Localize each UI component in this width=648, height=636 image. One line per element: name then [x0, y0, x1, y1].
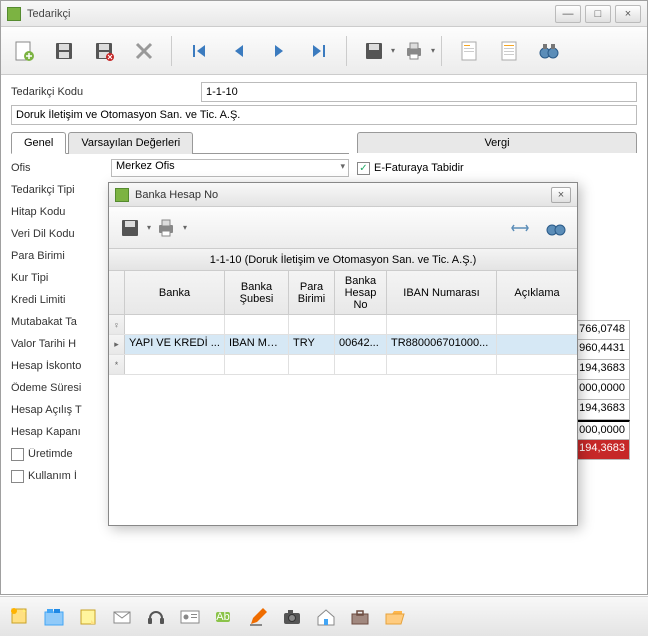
current-row-icon: ▸ [109, 335, 125, 354]
toolbar-divider [441, 36, 442, 66]
folder-tabs-icon[interactable] [42, 605, 66, 629]
bottom-toolbar: Ab [0, 596, 648, 636]
cell-para: TRY [289, 335, 335, 354]
odeme-label: Ödeme Süresi [11, 382, 111, 394]
main-toolbar: ▾ ▾ [1, 27, 647, 75]
cell-sube: IBAN MER... [225, 335, 289, 354]
acilis-label: Hesap Açılış T [11, 404, 111, 416]
home-icon[interactable] [314, 605, 338, 629]
supplier-code-label: Tedarikçi Kodu [11, 86, 201, 98]
new-doc-icon[interactable] [11, 38, 37, 64]
new-row-icon: * [109, 355, 125, 374]
nav-next-icon[interactable] [266, 38, 292, 64]
toolbar-divider [171, 36, 172, 66]
col-iban[interactable]: IBAN Numarası [387, 271, 497, 314]
grid-new-row[interactable]: * [109, 355, 577, 375]
camera-icon[interactable] [280, 605, 304, 629]
briefcase-icon[interactable] [348, 605, 372, 629]
iskonto-label: Hesap İskonto [11, 360, 111, 372]
tab-defaults[interactable]: Varsayılan Değerleri [68, 132, 193, 154]
nav-last-icon[interactable] [306, 38, 332, 64]
save-as-icon[interactable] [91, 38, 117, 64]
modal-title: Banka Hesap No [135, 189, 551, 201]
grid-filter-row[interactable]: ♀ [109, 315, 577, 335]
sticky-note-icon[interactable] [76, 605, 100, 629]
tip-label: Tedarikçi Tipi [11, 184, 111, 196]
supplier-code-input[interactable] [201, 82, 637, 102]
note-new-icon[interactable] [8, 605, 32, 629]
svg-text:Ab: Ab [216, 611, 229, 623]
cell-hesap: 00642... [335, 335, 387, 354]
window-title: Tedarikçi [27, 8, 551, 20]
col-aciklama[interactable]: Açıklama [497, 271, 577, 314]
mutabakat-label: Mutabakat Ta [11, 316, 111, 328]
modal-binoculars-icon[interactable] [543, 215, 569, 241]
ofis-combo[interactable]: Merkez Ofis [111, 159, 349, 177]
valor-label: Valor Tarihi H [11, 338, 111, 350]
titlebar: Tedarikçi — □ × [1, 1, 647, 27]
toolbar-divider [346, 36, 347, 66]
hitap-label: Hitap Kodu [11, 206, 111, 218]
kullanim-checkbox[interactable] [11, 470, 24, 483]
dil-label: Veri Dil Kodu [11, 228, 111, 240]
modal-fit-icon[interactable] [507, 215, 533, 241]
cell-iban: TR880006701000... [387, 335, 497, 354]
print-dropdown-icon[interactable]: ▾ [401, 38, 427, 64]
headset-icon[interactable] [144, 605, 168, 629]
efatura-checkbox[interactable]: ✓ [357, 162, 370, 175]
uretim-checkbox[interactable] [11, 448, 24, 461]
kur-label: Kur Tipi [11, 272, 111, 284]
tab-tax[interactable]: Vergi [357, 132, 637, 153]
maximize-button[interactable]: □ [585, 5, 611, 23]
supplier-name-input[interactable] [11, 105, 637, 125]
pen-icon[interactable] [246, 605, 270, 629]
kredi-label: Kredi Limiti [11, 294, 111, 306]
grid-title: 1-1-10 (Doruk İletişim ve Otomasyon San.… [109, 249, 577, 271]
save-dropdown-icon[interactable]: ▾ [361, 38, 387, 64]
modal-close-button[interactable]: × [551, 187, 571, 203]
folder-open-icon[interactable] [382, 605, 406, 629]
col-para[interactable]: Para Birimi [289, 271, 335, 314]
delete-icon[interactable] [131, 38, 157, 64]
cell-banka: YAPI VE KREDİ ... [125, 335, 225, 354]
col-sube[interactable]: Banka Şubesi [225, 271, 289, 314]
bank-account-modal: Banka Hesap No × ▾ ▾ 1-1-10 (Doruk İleti… [108, 182, 578, 526]
nav-prev-icon[interactable] [226, 38, 252, 64]
doc-icon[interactable] [456, 38, 482, 64]
col-banka[interactable]: Banka [125, 271, 225, 314]
para-label: Para Birimi [11, 250, 111, 262]
nav-first-icon[interactable] [186, 38, 212, 64]
tag-ab-icon[interactable]: Ab [212, 605, 236, 629]
bank-grid: 1-1-10 (Doruk İletişim ve Otomasyon San.… [109, 249, 577, 525]
grid-data-row[interactable]: ▸ YAPI VE KREDİ ... IBAN MER... TRY 0064… [109, 335, 577, 355]
close-button[interactable]: × [615, 5, 641, 23]
app-icon [7, 7, 21, 21]
modal-icon [115, 188, 129, 202]
id-card-icon[interactable] [178, 605, 202, 629]
tab-row: Genel Varsayılan Değerleri [11, 131, 349, 154]
save-icon[interactable] [51, 38, 77, 64]
doc-lines-icon[interactable] [496, 38, 522, 64]
ofis-label: Ofis [11, 162, 111, 174]
col-hesap[interactable]: Banka Hesap No [335, 271, 387, 314]
grid-header-row: Banka Banka Şubesi Para Birimi Banka Hes… [109, 271, 577, 315]
kapan-label: Hesap Kapanı [11, 426, 111, 438]
binoculars-icon[interactable] [536, 38, 562, 64]
tab-general[interactable]: Genel [11, 132, 66, 154]
mail-icon[interactable] [110, 605, 134, 629]
modal-toolbar: ▾ ▾ [109, 207, 577, 249]
modal-save-icon[interactable]: ▾ [117, 215, 143, 241]
minimize-button[interactable]: — [555, 5, 581, 23]
cell-aciklama [497, 335, 577, 354]
filter-row-icon: ♀ [109, 315, 125, 334]
efatura-label: E-Faturaya Tabidir [374, 162, 464, 174]
modal-print-icon[interactable]: ▾ [153, 215, 179, 241]
